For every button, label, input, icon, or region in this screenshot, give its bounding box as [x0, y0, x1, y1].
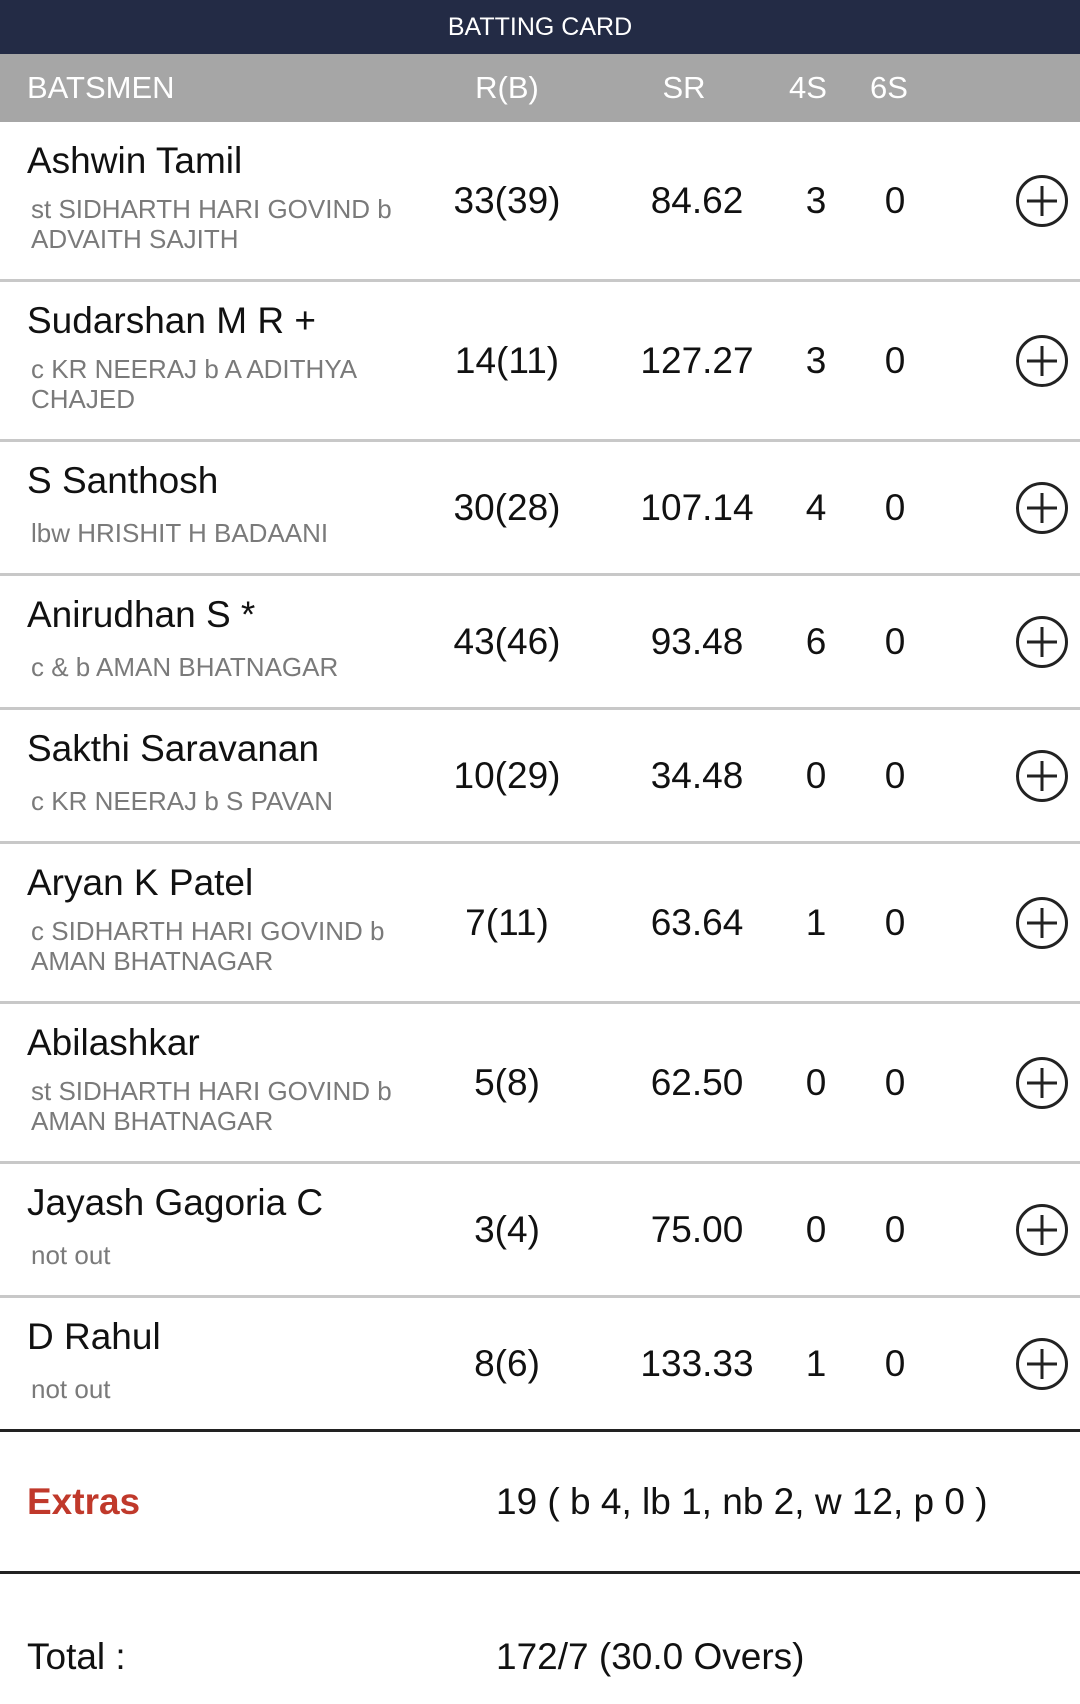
- runs-balls: 30(28): [453, 486, 561, 528]
- expand-plus-icon[interactable]: [1016, 1056, 1068, 1109]
- expand-plus-icon[interactable]: [1016, 174, 1068, 227]
- strike-rate: 62.50: [650, 1061, 744, 1103]
- runs-balls: 33(39): [453, 179, 561, 221]
- sixes: 0: [884, 1061, 906, 1103]
- batsman-row[interactable]: Abilashkar st SIDHARTH HARI GOVIND b AMA…: [0, 1004, 1080, 1164]
- batsman-row[interactable]: Anirudhan S * c & b AMAN BHATNAGAR 43(46…: [0, 576, 1080, 710]
- sixes: 0: [884, 1208, 906, 1250]
- runs-balls: 43(46): [453, 620, 561, 662]
- dismissal-text: st SIDHARTH HARI GOVIND b AMAN BHATNAGAR: [31, 1076, 392, 1136]
- total-value: 172/7 (30.0 Overs): [496, 1636, 805, 1677]
- sixes: 0: [884, 1342, 906, 1384]
- dismissal-text: c KR NEERAJ b A ADITHYA CHAJED: [31, 354, 356, 414]
- expand-plus-icon[interactable]: [1016, 1337, 1068, 1390]
- col-batsmen: BATSMEN: [27, 70, 175, 105]
- sixes: 0: [884, 339, 906, 381]
- strike-rate: 63.64: [650, 901, 744, 943]
- strike-rate: 84.62: [650, 179, 744, 221]
- batsman-name: D Rahul: [27, 1316, 161, 1357]
- extras-value: 19 ( b 4, lb 1, nb 2, w 12, p 0 ): [496, 1480, 988, 1522]
- expand-plus-icon[interactable]: [1016, 896, 1068, 949]
- batsman-name: S Santhosh: [27, 460, 219, 501]
- fours: 1: [805, 1342, 827, 1384]
- batsman-row[interactable]: Jayash Gagoria C not out 3(4) 75.00 0 0: [0, 1164, 1080, 1298]
- fours: 3: [805, 339, 827, 381]
- strike-rate: 127.27: [640, 339, 754, 381]
- batsman-name: Jayash Gagoria C: [27, 1182, 324, 1223]
- runs-balls: 5(8): [474, 1061, 540, 1103]
- batsman-row[interactable]: Sakthi Saravanan c KR NEERAJ b S PAVAN 1…: [0, 710, 1080, 844]
- batsman-name: Sakthi Saravanan: [27, 728, 320, 769]
- batsmen-list: Ashwin Tamil st SIDHARTH HARI GOVIND b A…: [0, 122, 1080, 1432]
- extras-row: Extras 19 ( b 4, lb 1, nb 2, w 12, p 0 ): [0, 1432, 1080, 1574]
- extras-label: Extras: [27, 1480, 141, 1522]
- batsman-row[interactable]: D Rahul not out 8(6) 133.33 1 0: [0, 1298, 1080, 1432]
- fours: 0: [805, 1208, 827, 1250]
- batsman-row[interactable]: Ashwin Tamil st SIDHARTH HARI GOVIND b A…: [0, 122, 1080, 282]
- expand-plus-icon[interactable]: [1016, 749, 1068, 802]
- dismissal-text: c & b AMAN BHATNAGAR: [31, 652, 339, 682]
- dismissal-text: lbw HRISHIT H BADAANI: [31, 518, 329, 548]
- sixes: 0: [884, 486, 906, 528]
- runs-balls: 3(4): [474, 1208, 540, 1250]
- batsman-name: Aryan K Patel: [27, 862, 254, 903]
- expand-plus-icon[interactable]: [1016, 334, 1068, 387]
- dismissal-text: st SIDHARTH HARI GOVIND b ADVAITH SAJITH: [31, 194, 392, 254]
- strike-rate: 133.33: [640, 1342, 754, 1384]
- batsman-name: Anirudhan S *: [27, 594, 256, 635]
- batting-card-title: BATTING CARD: [0, 0, 1080, 54]
- sixes: 0: [884, 179, 906, 221]
- col-strike-rate: SR: [662, 70, 706, 105]
- batsman-row[interactable]: Sudarshan M R + c KR NEERAJ b A ADITHYA …: [0, 282, 1080, 442]
- batsman-name: Abilashkar: [27, 1022, 200, 1063]
- strike-rate: 107.14: [640, 486, 754, 528]
- batsman-name: Sudarshan M R +: [27, 300, 316, 341]
- strike-rate: 34.48: [650, 754, 744, 796]
- strike-rate: 93.48: [650, 620, 744, 662]
- batsman-row[interactable]: S Santhosh lbw HRISHIT H BADAANI 30(28) …: [0, 442, 1080, 576]
- expand-plus-icon[interactable]: [1016, 481, 1068, 534]
- runs-balls: 10(29): [453, 754, 561, 796]
- runs-balls: 8(6): [474, 1342, 540, 1384]
- dismissal-text: not out: [31, 1240, 111, 1270]
- batsman-row[interactable]: Aryan K Patel c SIDHARTH HARI GOVIND b A…: [0, 844, 1080, 1004]
- batsman-name: Ashwin Tamil: [27, 140, 243, 181]
- fours: 6: [805, 620, 827, 662]
- sixes: 0: [884, 620, 906, 662]
- fours: 3: [805, 179, 827, 221]
- expand-plus-icon[interactable]: [1016, 1203, 1068, 1256]
- expand-plus-icon[interactable]: [1016, 615, 1068, 668]
- total-label: Total :: [27, 1636, 126, 1677]
- dismissal-text: not out: [31, 1374, 111, 1404]
- fours: 1: [805, 901, 827, 943]
- fours: 4: [805, 486, 827, 528]
- column-header: BATSMEN R(B) SR 4S 6S: [0, 54, 1080, 122]
- runs-balls: 14(11): [454, 339, 560, 381]
- runs-balls: 7(11): [465, 901, 549, 943]
- title-text: BATTING CARD: [447, 12, 633, 41]
- col-fours: 4S: [789, 70, 827, 105]
- strike-rate: 75.00: [650, 1208, 744, 1250]
- col-sixes: 6S: [870, 70, 908, 105]
- fours: 0: [805, 1061, 827, 1103]
- sixes: 0: [884, 901, 906, 943]
- col-runs-balls: R(B): [475, 70, 539, 105]
- sixes: 0: [884, 754, 906, 796]
- dismissal-text: c SIDHARTH HARI GOVIND b AMAN BHATNAGAR: [31, 916, 385, 976]
- fours: 0: [805, 754, 827, 796]
- dismissal-text: c KR NEERAJ b S PAVAN: [31, 786, 333, 816]
